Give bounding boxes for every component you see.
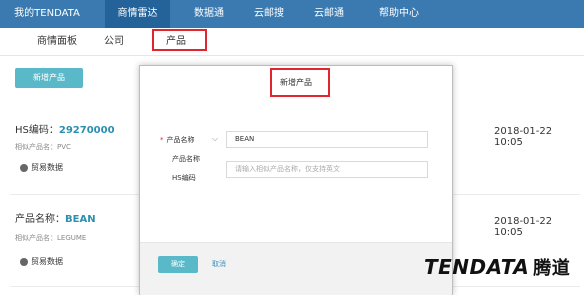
trade-data-link[interactable]: 贸易数据 [20, 162, 63, 173]
chevron-down-icon[interactable]: ⌵ [212, 134, 218, 144]
nav-help-center[interactable]: 帮助中心 [360, 0, 438, 28]
product-name-input[interactable]: BEAN [226, 131, 428, 148]
subnav-dashboard[interactable]: 商情面板 [37, 28, 77, 55]
product-tab-highlight [152, 29, 207, 51]
modal-title-highlight [270, 68, 330, 97]
record-title: 产品名称：BEAN [15, 214, 96, 225]
similar-name: 相似产品名：LEGUME [15, 234, 87, 242]
modal-footer: 确定 取消 [140, 242, 452, 295]
nav-data[interactable]: 数据通 [180, 0, 238, 28]
top-nav: 我的TENDATA 商情雷达 数据通 云邮搜 云邮通 帮助中心 [0, 0, 584, 28]
add-product-button[interactable]: 新增产品 [15, 68, 83, 88]
subnav-company[interactable]: 公司 [104, 28, 124, 55]
sub-nav: 商情面板 公司 产品 [0, 28, 584, 56]
record-date: 2018-01-22 10:05 [494, 216, 553, 238]
trade-data-icon [20, 163, 28, 172]
similar-name-input[interactable]: 请输入相似产品名称，仅支持英文 [226, 161, 428, 178]
cancel-button[interactable]: 取消 [212, 256, 226, 273]
nav-cloud-mail[interactable]: 云邮通 [300, 0, 358, 28]
nav-my-tendata[interactable]: 我的TENDATA [8, 0, 86, 28]
record-title-value[interactable]: BEAN [65, 214, 96, 225]
dropdown-option-hs-code[interactable]: HS编码 [172, 173, 196, 183]
nav-cloud-mail-search[interactable]: 云邮搜 [240, 0, 298, 28]
trade-data-link[interactable]: 贸易数据 [20, 256, 63, 267]
record-date: 2018-01-22 10:05 [494, 126, 553, 148]
similar-name: 相似产品名：PVC [15, 143, 71, 151]
nav-market-radar[interactable]: 商情雷达 [105, 0, 170, 28]
confirm-button[interactable]: 确定 [158, 256, 198, 273]
field-type-label[interactable]: * 产品名称 [160, 135, 195, 145]
record-title-value[interactable]: 29270000 [59, 125, 115, 136]
dropdown-option-product-name[interactable]: 产品名称 [172, 154, 200, 164]
add-product-modal: 新增产品 * 产品名称 ⌵ 产品名称 HS编码 BEAN 请输入相似产品名称，仅支… [139, 65, 453, 295]
tendata-watermark-logo: TENDATA 腾道 [424, 255, 571, 279]
trade-data-icon [20, 257, 28, 266]
record-title: HS编码：29270000 [15, 125, 115, 136]
